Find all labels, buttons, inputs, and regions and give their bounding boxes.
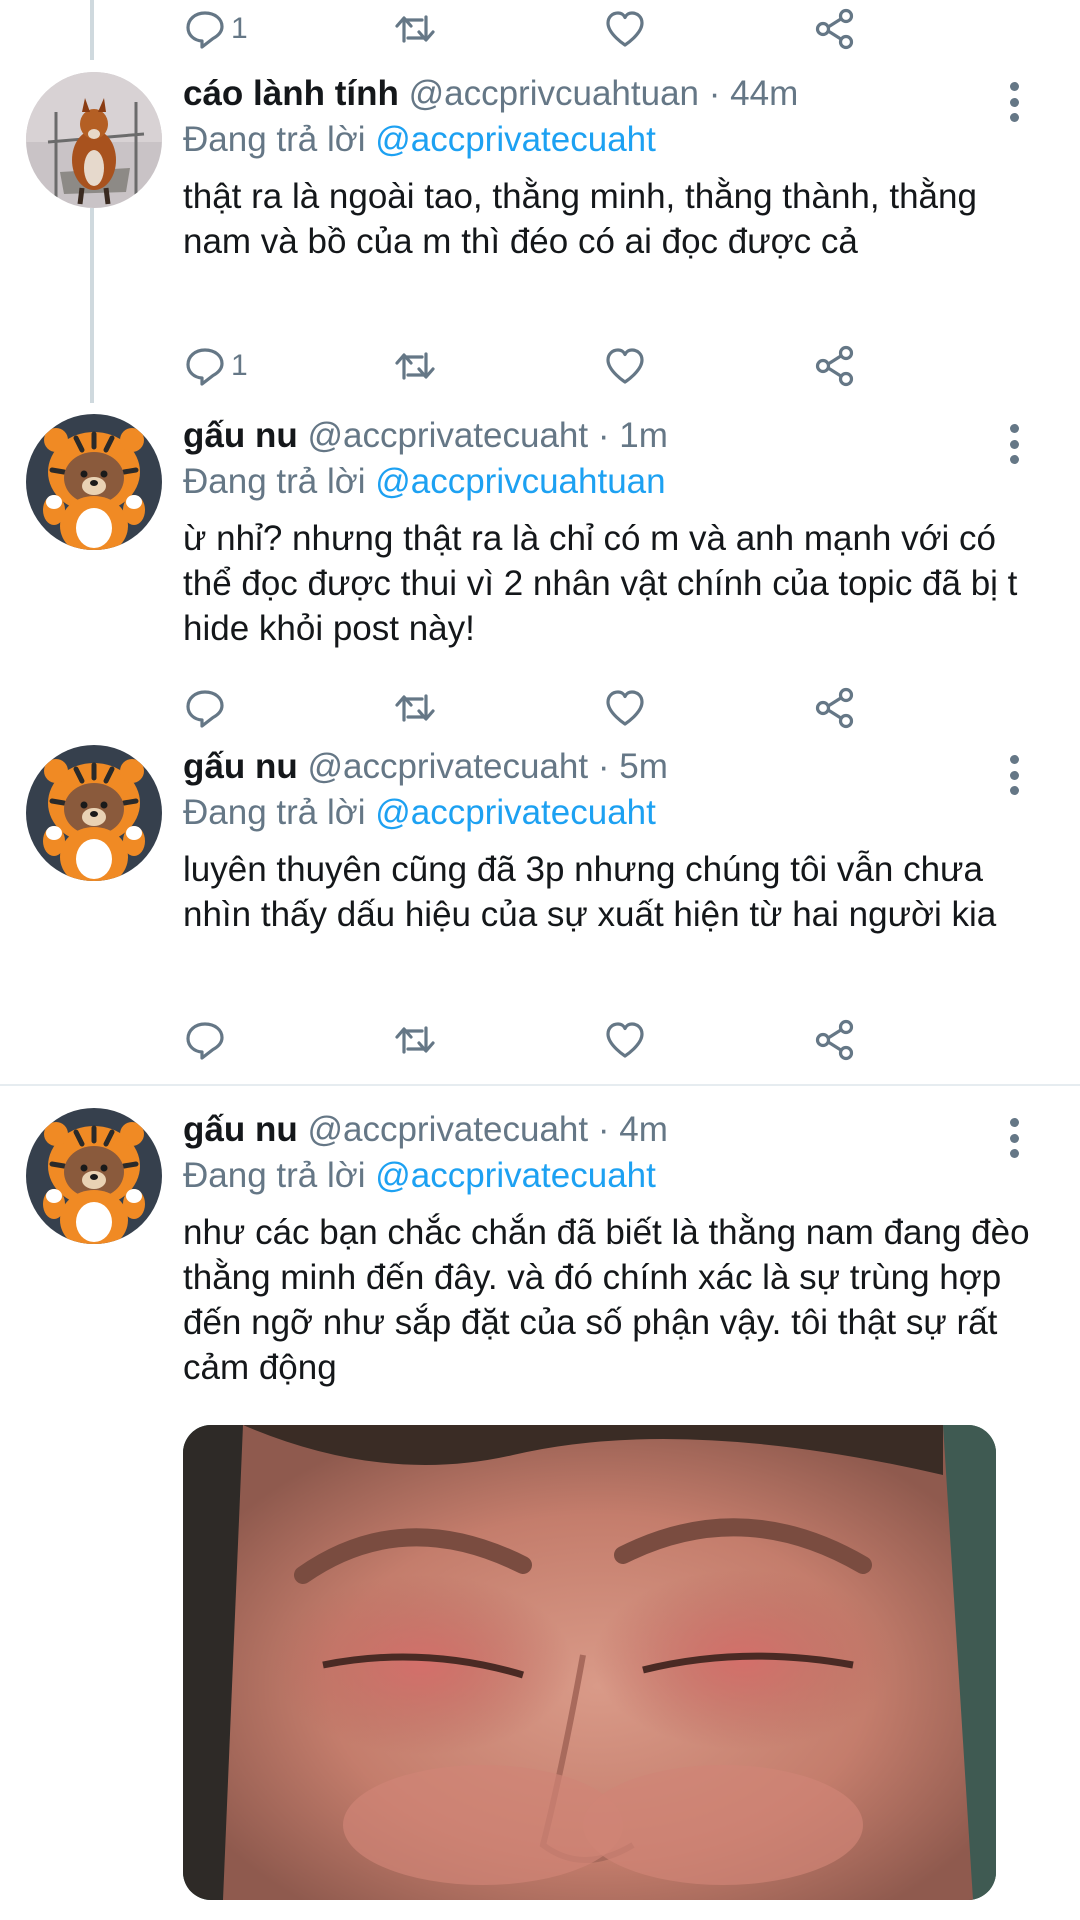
- mention-link[interactable]: @accprivatecuaht: [375, 793, 656, 832]
- share-icon: [813, 344, 857, 388]
- tweet-media-photo[interactable]: [183, 1425, 996, 1900]
- display-name[interactable]: gấu nu: [183, 747, 298, 786]
- reply-button[interactable]: 1: [183, 341, 248, 391]
- reply-count: 1: [231, 349, 248, 382]
- more-options-icon[interactable]: [1004, 82, 1024, 122]
- replying-to: Đang trả lời @accprivatecuaht: [183, 118, 1040, 162]
- tweet-content: cáo lành tính @accprivcuahtuan · 44m Đan…: [183, 72, 1040, 264]
- tweet-header: cáo lành tính @accprivcuahtuan · 44m: [183, 72, 1040, 116]
- tiger-bear-avatar: [26, 1108, 162, 1244]
- reply-button[interactable]: [183, 1015, 227, 1065]
- separator-dot: ·: [597, 416, 610, 455]
- like-button[interactable]: [603, 341, 647, 391]
- separator-dot: ·: [597, 747, 610, 786]
- tweet-header: gấu nu @accprivatecuaht · 4m: [183, 1108, 1040, 1152]
- like-icon: [603, 1018, 647, 1062]
- share-button[interactable]: [813, 341, 857, 391]
- retweet-button[interactable]: [393, 4, 437, 54]
- share-button[interactable]: [813, 683, 857, 733]
- replying-label: Đang trả lời: [183, 793, 366, 832]
- replying-to: Đang trả lời @accprivcuahtuan: [183, 460, 1040, 504]
- tweet-content: gấu nu @accprivatecuaht · 5m Đang trả lờ…: [183, 745, 1040, 937]
- divider: [0, 1084, 1080, 1086]
- like-button[interactable]: [603, 4, 647, 54]
- thread-connector-line: [90, 0, 94, 60]
- tweet-text: ừ nhỉ? nhưng thật ra là chỉ có m và anh …: [183, 519, 1018, 648]
- user-handle[interactable]: @accprivcuahtuan: [409, 74, 699, 113]
- retweet-button[interactable]: [393, 1015, 437, 1065]
- tweet-actions: [183, 683, 903, 733]
- thread-connector-line: [90, 208, 94, 403]
- retweet-icon: [393, 344, 437, 388]
- reply-icon: [183, 344, 227, 388]
- avatar[interactable]: [26, 1108, 162, 1244]
- separator-dot: ·: [597, 1110, 610, 1149]
- separator-dot: ·: [708, 74, 721, 113]
- share-button[interactable]: [813, 1015, 857, 1065]
- user-handle[interactable]: @accprivatecuaht: [307, 747, 588, 786]
- like-icon: [603, 686, 647, 730]
- avatar[interactable]: [26, 72, 162, 208]
- tweet-text: luyên thuyên cũng đã 3p nhưng chúng tôi …: [183, 850, 997, 934]
- retweet-button[interactable]: [393, 683, 437, 733]
- tiger-bear-avatar: [26, 745, 162, 881]
- share-button[interactable]: [813, 4, 857, 54]
- replying-label: Đang trả lời: [183, 462, 366, 501]
- tweet-content: gấu nu @accprivatecuaht · 1m Đang trả lờ…: [183, 414, 1040, 651]
- reply-count: 1: [231, 12, 248, 45]
- timestamp: 1m: [619, 416, 668, 455]
- share-icon: [813, 686, 857, 730]
- share-icon: [813, 7, 857, 51]
- timestamp: 5m: [619, 747, 668, 786]
- fox-avatar: [26, 72, 162, 208]
- tiger-bear-avatar: [26, 414, 162, 550]
- more-options-icon[interactable]: [1004, 755, 1024, 795]
- reply-icon: [183, 686, 227, 730]
- more-options-icon[interactable]: [1004, 424, 1024, 464]
- display-name[interactable]: gấu nu: [183, 1110, 298, 1149]
- tweet-actions: [183, 1015, 903, 1065]
- user-handle[interactable]: @accprivatecuaht: [307, 416, 588, 455]
- retweet-icon: [393, 7, 437, 51]
- tweet-actions: 1: [183, 4, 903, 54]
- replying-label: Đang trả lời: [183, 1156, 366, 1195]
- replying-label: Đang trả lời: [183, 120, 366, 159]
- tweet-header: gấu nu @accprivatecuaht · 5m: [183, 745, 1040, 789]
- like-icon: [603, 7, 647, 51]
- tweet-content: gấu nu @accprivatecuaht · 4m Đang trả lờ…: [183, 1108, 1040, 1390]
- tweet-thread: 1 cáo lành tính @accprivcuahtuan · 44m Đ…: [0, 0, 1080, 1920]
- retweet-icon: [393, 1018, 437, 1062]
- mention-link[interactable]: @accprivcuahtuan: [375, 462, 665, 501]
- like-button[interactable]: [603, 1015, 647, 1065]
- replying-to: Đang trả lời @accprivatecuaht: [183, 1154, 1040, 1198]
- tweet-header: gấu nu @accprivatecuaht · 1m: [183, 414, 1040, 458]
- retweet-button[interactable]: [393, 341, 437, 391]
- timestamp: 44m: [730, 74, 799, 113]
- mention-link[interactable]: @accprivatecuaht: [375, 1156, 656, 1195]
- like-button[interactable]: [603, 683, 647, 733]
- user-handle[interactable]: @accprivatecuaht: [307, 1110, 588, 1149]
- reply-button[interactable]: [183, 683, 227, 733]
- avatar[interactable]: [26, 414, 162, 550]
- display-name[interactable]: gấu nu: [183, 416, 298, 455]
- like-icon: [603, 344, 647, 388]
- replying-to: Đang trả lời @accprivatecuaht: [183, 791, 1040, 835]
- tweet-text: như các bạn chắc chắn đã biết là thằng n…: [183, 1213, 1030, 1387]
- retweet-icon: [393, 686, 437, 730]
- face-photo: [183, 1425, 996, 1900]
- more-options-icon[interactable]: [1004, 1118, 1024, 1158]
- share-icon: [813, 1018, 857, 1062]
- reply-icon: [183, 1018, 227, 1062]
- mention-link[interactable]: @accprivatecuaht: [375, 120, 656, 159]
- reply-button[interactable]: 1: [183, 4, 248, 54]
- tweet-actions: 1: [183, 341, 903, 391]
- timestamp: 4m: [619, 1110, 668, 1149]
- avatar[interactable]: [26, 745, 162, 881]
- reply-icon: [183, 7, 227, 51]
- tweet-text: thật ra là ngoài tao, thằng minh, thằng …: [183, 177, 977, 261]
- display-name[interactable]: cáo lành tính: [183, 74, 399, 113]
